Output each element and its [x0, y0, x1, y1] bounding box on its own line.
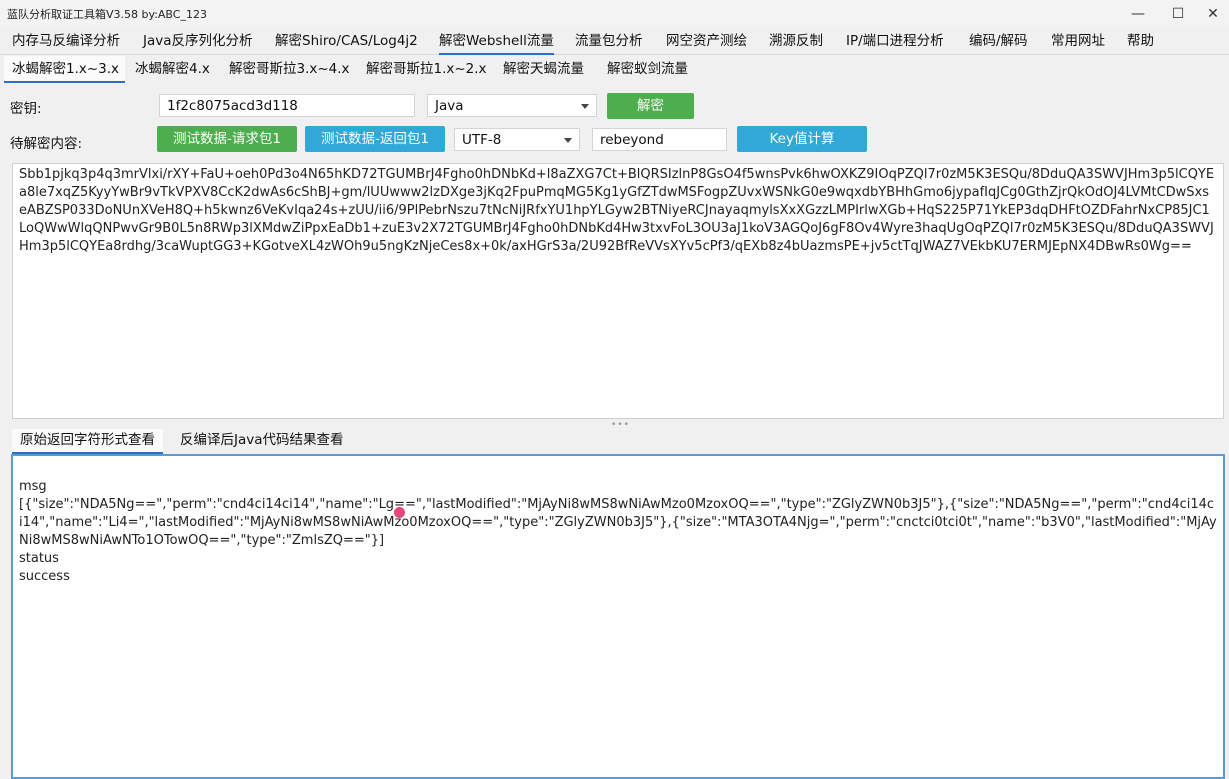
- password-input[interactable]: rebeyond: [592, 128, 727, 151]
- menu-decrypt-webshell[interactable]: 解密Webshell流量: [439, 27, 554, 55]
- splitter-grip-icon: •••: [611, 420, 630, 430]
- menu-pcap-analysis[interactable]: 流量包分析: [575, 27, 643, 55]
- chevron-down-icon: [581, 104, 589, 109]
- window-title: 蓝队分析取证工具箱V3.58 by:ABC_123: [7, 8, 207, 21]
- test-response-button[interactable]: 测试数据-返回包1: [305, 126, 445, 152]
- content-label: 待解密内容:: [10, 136, 83, 152]
- encrypted-content-textarea[interactable]: Sbb1pjkq3p4q3mrVlxi/rXY+FaU+oeh0Pd3o4N65…: [12, 163, 1224, 419]
- menu-java-deserialize[interactable]: Java反序列化分析: [143, 27, 253, 55]
- tab-behinder-4[interactable]: 冰蝎解密4.x: [135, 56, 210, 83]
- tab-godzilla-1-2[interactable]: 解密哥斯拉1.x~2.x: [366, 56, 487, 83]
- tab-antsword[interactable]: 解密蚁剑流量: [607, 56, 688, 83]
- encoding-select[interactable]: UTF-8: [454, 128, 580, 151]
- result-line: status: [19, 551, 59, 566]
- test-request-button[interactable]: 测试数据-请求包1: [157, 126, 297, 152]
- menu-decrypt-shiro[interactable]: 解密Shiro/CAS/Log4j2: [275, 27, 418, 55]
- result-line: msg: [19, 479, 47, 494]
- key-input[interactable]: 1f2c8075acd3d118: [159, 94, 415, 117]
- title-bar: 蓝队分析取证工具箱V3.58 by:ABC_123 — ☐ ✕: [0, 0, 1229, 27]
- language-select[interactable]: Java: [427, 94, 597, 117]
- encoding-select-value: UTF-8: [462, 132, 502, 148]
- menu-memshell-decompile[interactable]: 内存马反编译分析: [12, 27, 120, 55]
- close-button[interactable]: ✕: [1190, 0, 1229, 27]
- menu-encode-decode[interactable]: 编码/解码: [969, 27, 1028, 55]
- result-textarea[interactable]: msg [{"size":"NDA5Ng==","perm":"cnd4ci14…: [11, 454, 1225, 779]
- tab-decompiled-java[interactable]: 反编译后Java代码结果查看: [180, 429, 344, 454]
- tab-behinder-1-3[interactable]: 冰蝎解密1.x~3.x: [4, 56, 125, 83]
- chevron-down-icon: [564, 138, 572, 143]
- tab-raw-result[interactable]: 原始返回字符形式查看: [12, 429, 163, 454]
- webshell-subtabs: 冰蝎解密1.x~3.x 冰蝎解密4.x 解密哥斯拉3.x~4.x 解密哥斯拉1.…: [0, 56, 1229, 83]
- menu-help[interactable]: 帮助: [1127, 27, 1154, 55]
- menu-asset-mapping[interactable]: 网空资产测绘: [666, 27, 747, 55]
- menu-ip-port-process[interactable]: IP/端口进程分析: [846, 27, 944, 55]
- menu-common-urls[interactable]: 常用网址: [1051, 27, 1105, 55]
- menu-traceback[interactable]: 溯源反制: [769, 27, 823, 55]
- tab-godzilla-3-4[interactable]: 解密哥斯拉3.x~4.x: [229, 56, 350, 83]
- result-line: [{"size":"NDA5Ng==","perm":"cnd4ci14ci14…: [19, 497, 1217, 548]
- key-calc-button[interactable]: Key值计算: [737, 126, 867, 152]
- language-select-value: Java: [435, 98, 464, 114]
- main-menu-bar: 内存马反编译分析 Java反序列化分析 解密Shiro/CAS/Log4j2 解…: [0, 27, 1229, 55]
- mouse-cursor-indicator: [394, 507, 405, 518]
- tab-tianxie[interactable]: 解密天蝎流量: [503, 56, 584, 83]
- key-label: 密钥:: [10, 101, 42, 117]
- decrypt-button[interactable]: 解密: [607, 93, 694, 119]
- result-line: success: [19, 569, 70, 584]
